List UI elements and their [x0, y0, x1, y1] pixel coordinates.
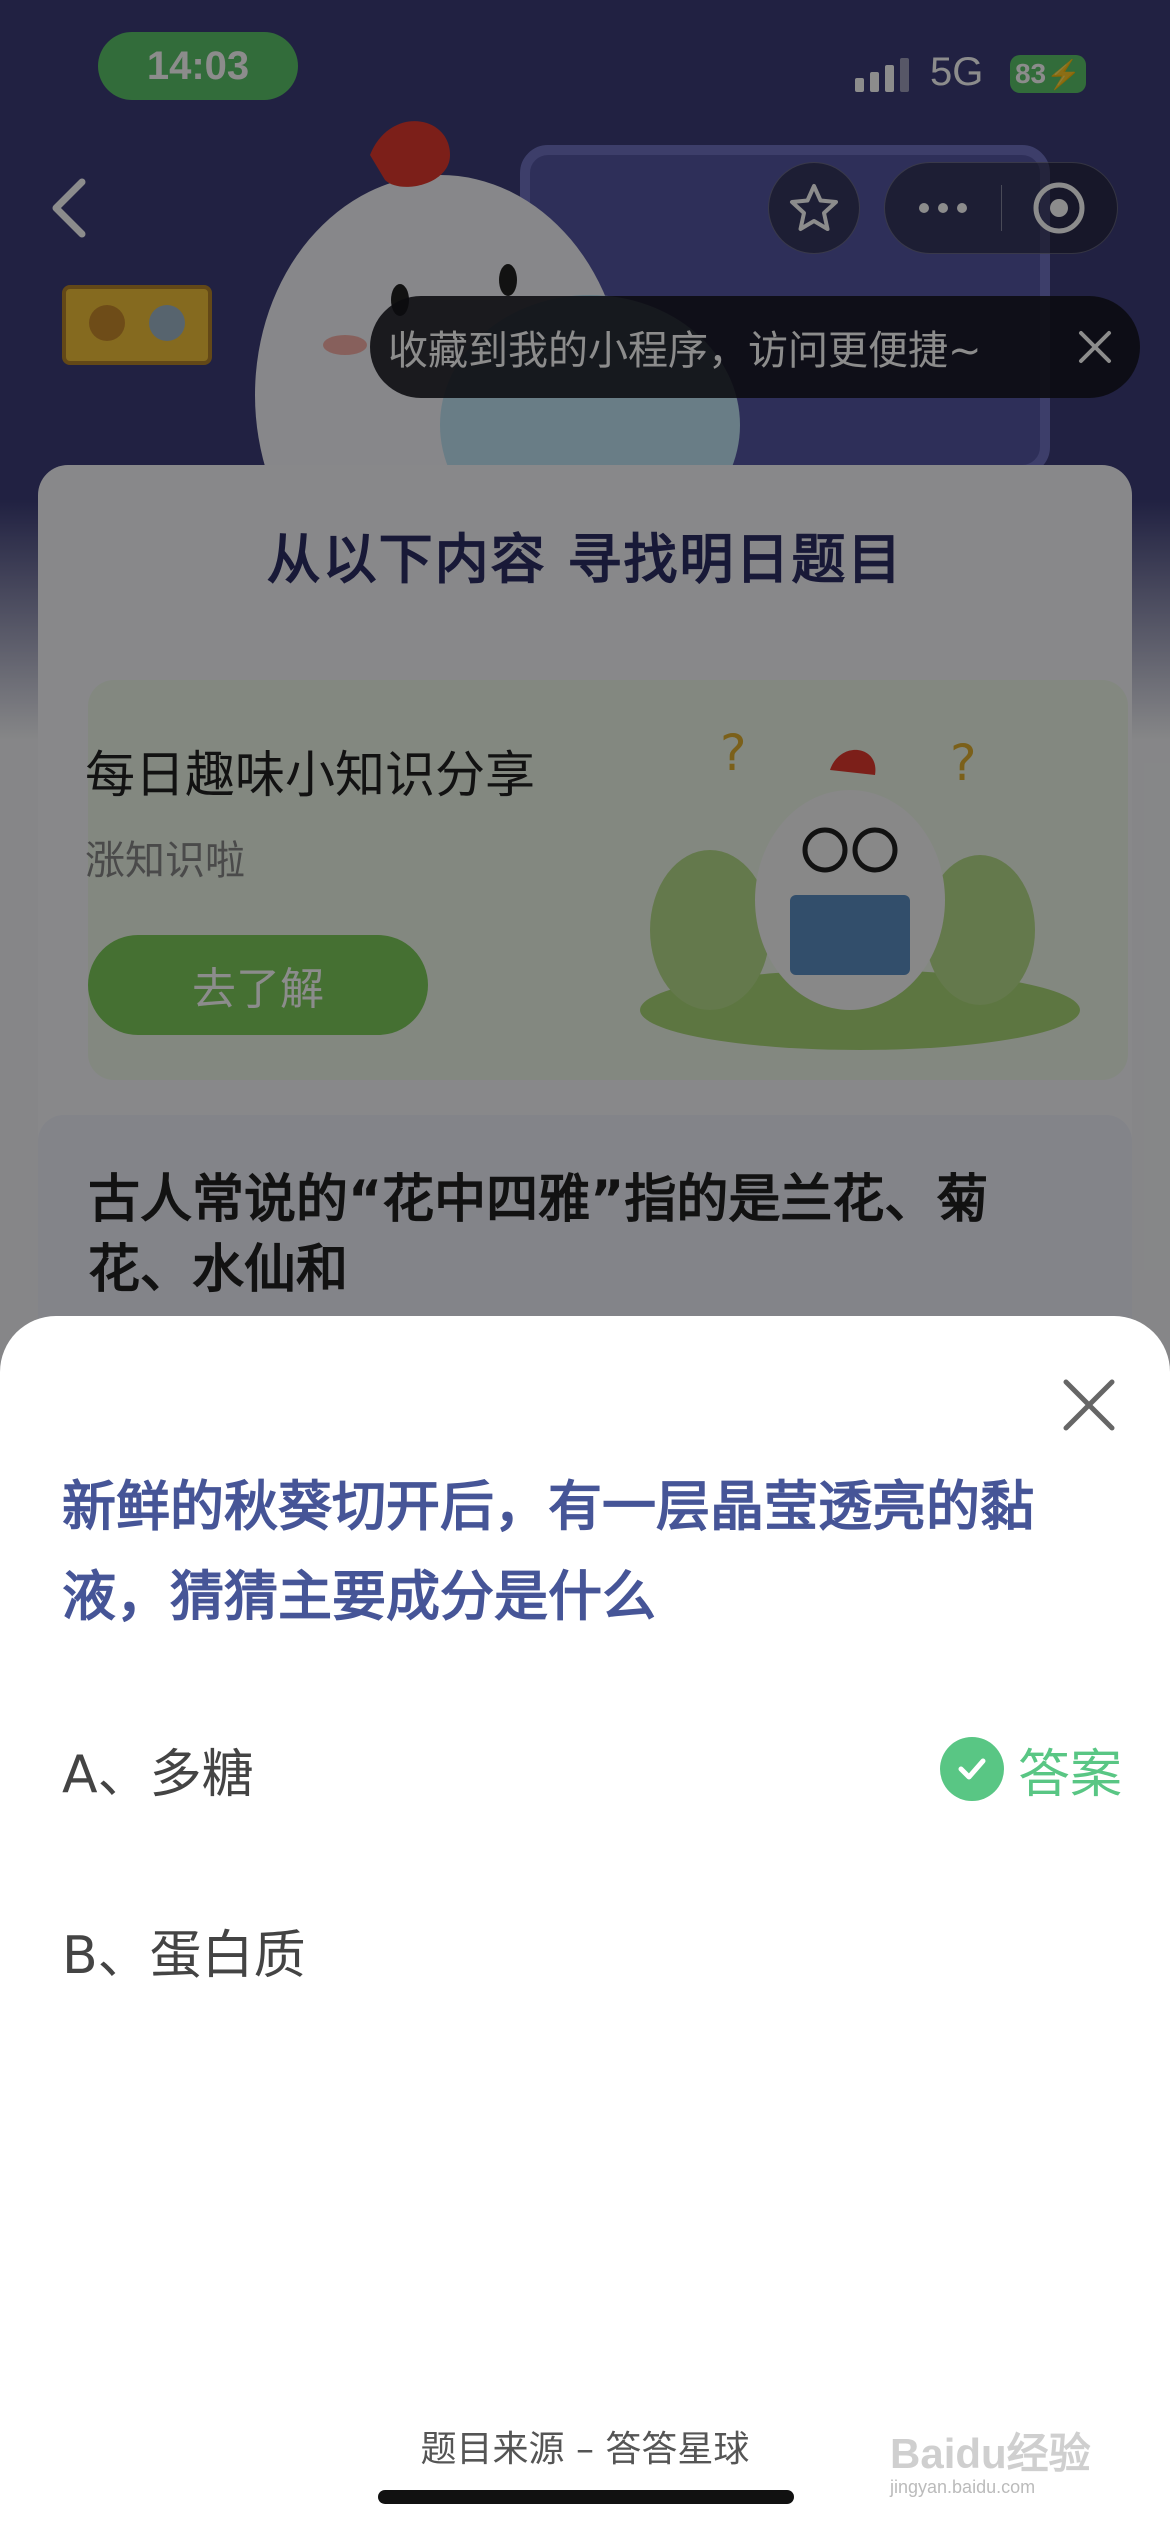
option-a[interactable]: A、多糖 答案 — [62, 1724, 1122, 1814]
watermark-text: Baidu经验 — [890, 2430, 1091, 2477]
correct-answer-tag: 答案 — [939, 1732, 1122, 1807]
watermark-logo: Baidu经验 jingyan.baidu.com — [890, 2420, 1091, 2498]
check-circle-icon — [939, 1737, 1004, 1801]
home-indicator[interactable] — [378, 2490, 794, 2504]
quiz-question: 新鲜的秋葵切开后，有一层晶莹透亮的黏液，猜猜主要成分是什么 — [62, 1475, 1034, 1628]
watermark-sub: jingyan.baidu.com — [890, 2477, 1036, 2497]
option-b[interactable]: B、蛋白质 — [62, 1905, 1122, 1995]
option-a-label: A、多糖 — [62, 1744, 254, 1805]
answer-label: 答案 — [1017, 1744, 1122, 1805]
option-b-label: B、蛋白质 — [62, 1925, 306, 1986]
sheet-close-button[interactable] — [1052, 1368, 1126, 1442]
